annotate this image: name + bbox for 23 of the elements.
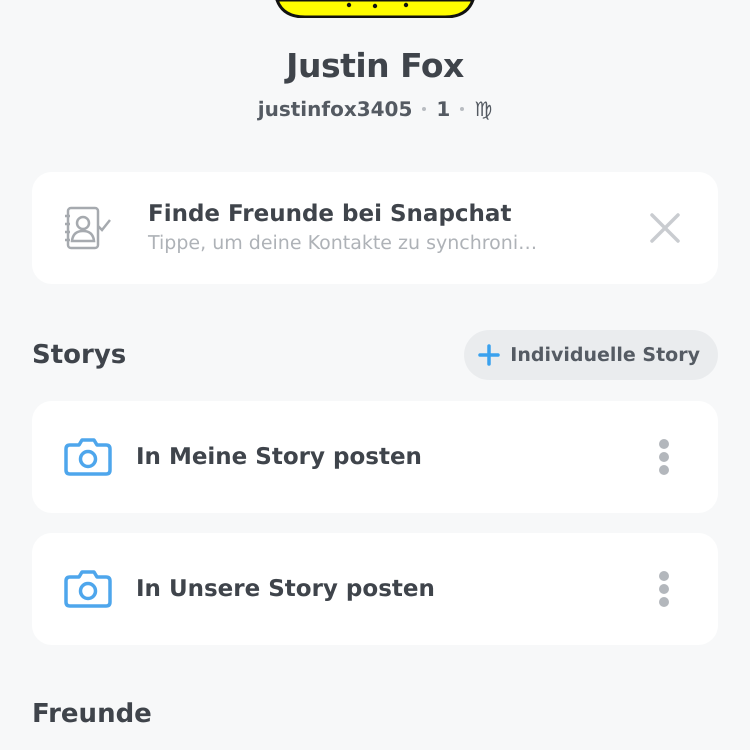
section-heading: Storys <box>32 338 126 372</box>
camera-icon <box>64 569 112 609</box>
story-card[interactable]: In Unsere Story posten <box>32 533 718 645</box>
more-icon[interactable] <box>658 438 670 476</box>
close-icon[interactable] <box>650 213 680 243</box>
story-card[interactable]: In Meine Story posten <box>32 401 718 513</box>
separator-dot-icon <box>422 107 426 111</box>
story-label: In Unsere Story posten <box>136 574 436 604</box>
plus-icon <box>478 344 500 366</box>
username: justinfox3405 <box>258 96 412 123</box>
find-friends-title: Finde Freunde bei Snapchat <box>148 200 512 229</box>
add-story-button[interactable]: Individuelle Story <box>464 330 718 380</box>
camera-icon <box>64 437 112 477</box>
find-friends-subtitle: Tippe, um deine Kontakte zu synchroni… <box>148 231 538 256</box>
contacts-icon <box>64 204 112 252</box>
find-friends-card[interactable]: Finde Freunde bei Snapchat Tippe, um deine Kontakte zu synchroni… <box>32 172 718 284</box>
story-label: In Meine Story posten <box>136 442 423 472</box>
snap-score: 1 <box>436 96 450 123</box>
separator-dot-icon <box>460 107 464 111</box>
profile-name: Justin Fox <box>283 46 465 86</box>
more-icon[interactable] <box>658 570 670 608</box>
section-heading: Freunde <box>32 698 153 731</box>
zodiac-sign: ♍ <box>474 96 492 123</box>
